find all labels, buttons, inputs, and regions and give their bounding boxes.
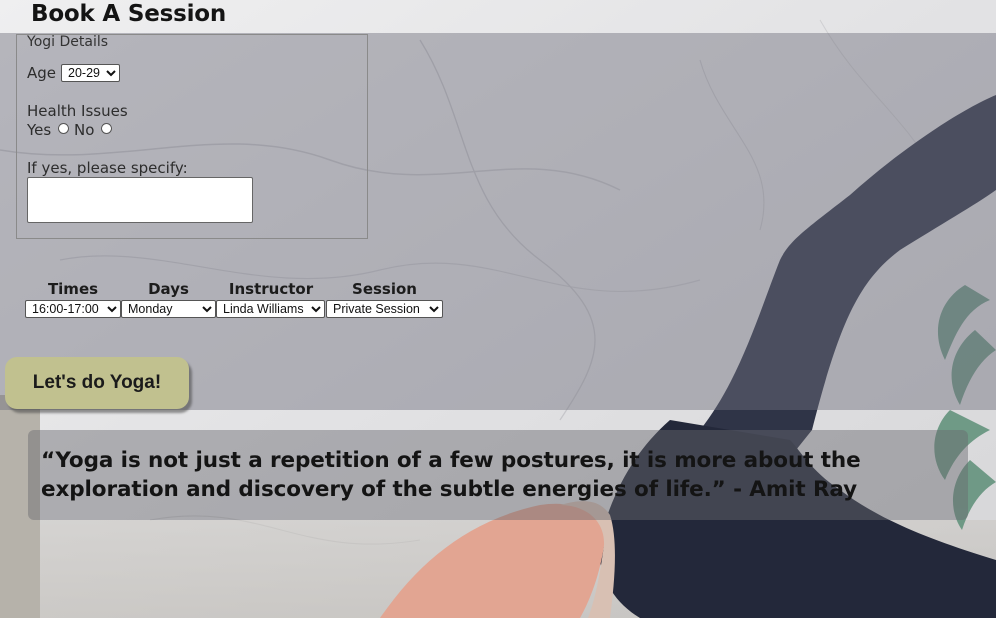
lets-do-yoga-button[interactable]: Let's do Yoga! bbox=[5, 357, 189, 409]
health-details-textarea[interactable] bbox=[27, 177, 253, 223]
page-title: Book A Session bbox=[31, 1, 227, 27]
yoga-quote: “Yoga is not just a repetition of a few … bbox=[41, 448, 861, 502]
instructor-header: Instructor bbox=[228, 280, 314, 298]
yogi-details-fieldset: Yogi Details Age 20-29 Health Issues Yes… bbox=[16, 34, 368, 239]
times-select[interactable]: 16:00-17:00 bbox=[25, 300, 121, 318]
days-header: Days bbox=[148, 280, 189, 298]
health-issues-label: Health Issues bbox=[27, 102, 128, 120]
age-select[interactable]: 20-29 bbox=[61, 64, 120, 82]
health-no-label: No bbox=[74, 121, 95, 139]
specify-label: If yes, please specify: bbox=[27, 159, 188, 177]
age-label: Age bbox=[27, 64, 57, 82]
health-yes-radio[interactable] bbox=[58, 123, 69, 134]
health-no-radio[interactable] bbox=[101, 123, 112, 134]
times-header: Times bbox=[47, 280, 99, 298]
health-yes-label: Yes bbox=[27, 121, 52, 139]
instructor-select[interactable]: Linda Williams bbox=[216, 300, 325, 318]
days-select[interactable]: Monday bbox=[121, 300, 216, 318]
session-header: Session bbox=[352, 280, 417, 298]
session-select[interactable]: Private Session bbox=[326, 300, 443, 318]
yogi-details-legend: Yogi Details bbox=[27, 34, 109, 50]
